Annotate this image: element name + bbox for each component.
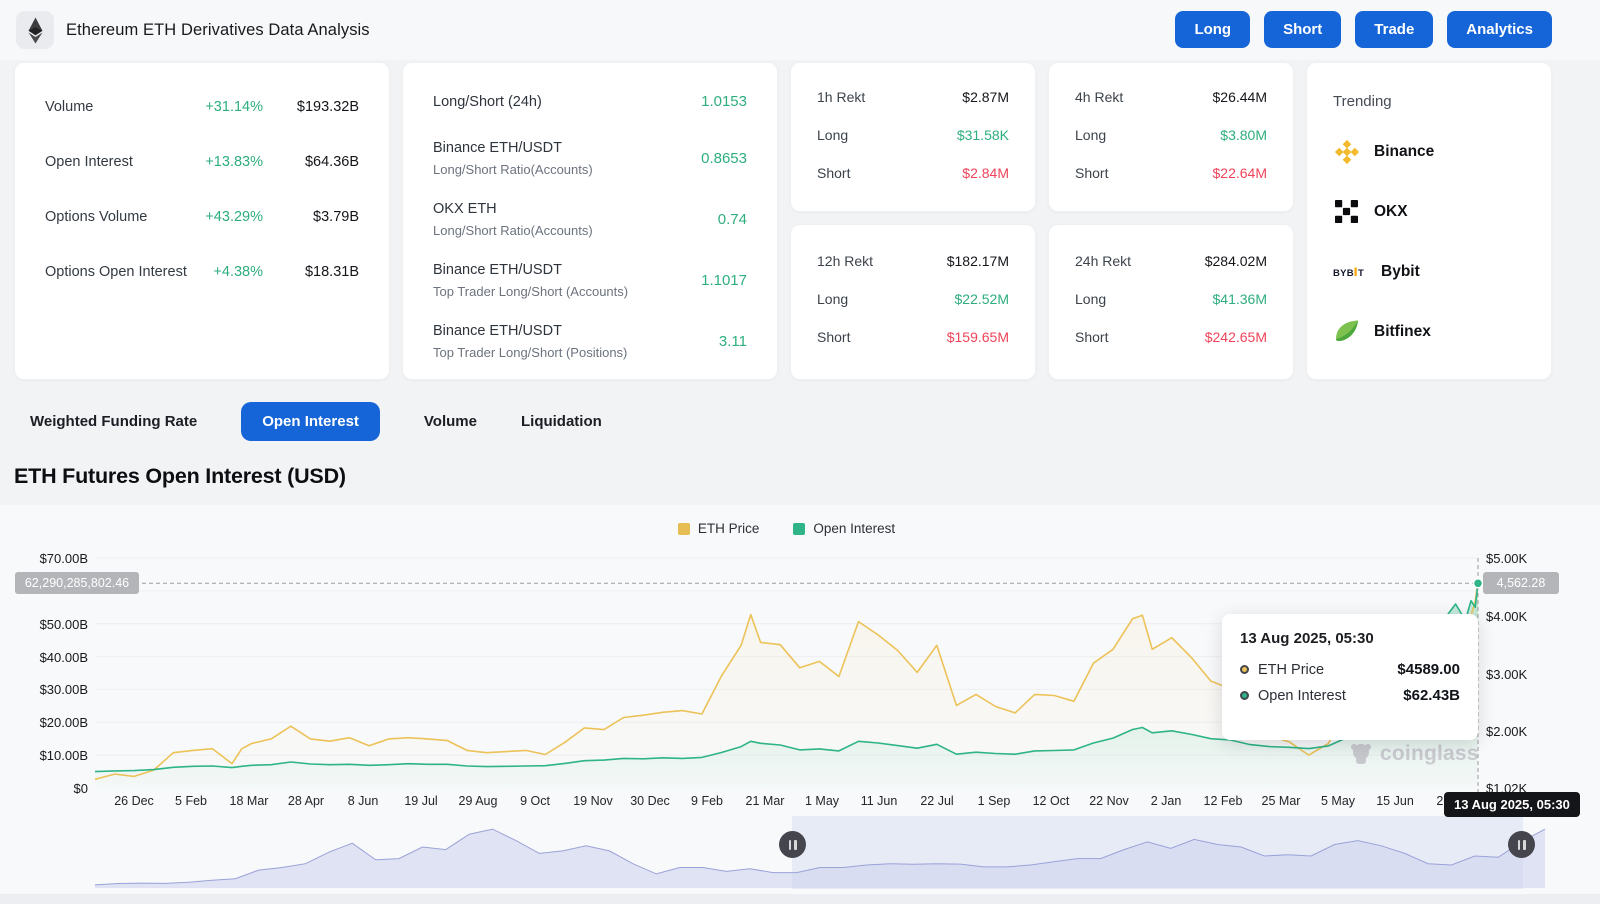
- x-axis-tick: 15 Jun: [1376, 794, 1414, 808]
- y-right-tick: $5.00K: [1486, 551, 1564, 566]
- chart-legend: ETH Price Open Interest: [95, 521, 1478, 536]
- x-axis-tick: 22 Nov: [1089, 794, 1129, 808]
- navigator-left-handle[interactable]: [779, 831, 806, 858]
- y-left-tick: $0: [10, 781, 88, 796]
- coinglass-watermark: coinglass: [1349, 742, 1479, 766]
- y-left-tick: $40.00B: [10, 650, 88, 665]
- x-axis-tick: 9 Feb: [691, 794, 723, 808]
- y-right-tick: $4.00K: [1486, 609, 1564, 624]
- y-left-tick: $20.00B: [10, 715, 88, 730]
- navigator-right-handle[interactable]: [1508, 831, 1535, 858]
- x-axis-tick: 12 Feb: [1204, 794, 1243, 808]
- x-axis-tick: 30 Dec: [630, 794, 670, 808]
- x-axis-tick: 22 Jul: [920, 794, 953, 808]
- legend-eth-price[interactable]: ETH Price: [678, 521, 760, 536]
- y-left-tick: $10.00B: [10, 748, 88, 763]
- legend-swatch-green: [793, 523, 805, 535]
- y-right-tick: $3.00K: [1486, 667, 1564, 682]
- legend-open-interest[interactable]: Open Interest: [793, 521, 895, 536]
- x-axis-date-tooltip: 13 Aug 2025, 05:30: [1444, 792, 1580, 817]
- x-axis-tick: 5 Feb: [175, 794, 207, 808]
- legend-label: ETH Price: [698, 521, 760, 536]
- x-axis-tick: 12 Oct: [1033, 794, 1070, 808]
- tooltip-row-eth-price: ETH Price $4589.00: [1240, 661, 1460, 678]
- legend-label: Open Interest: [813, 521, 895, 536]
- y-right-tick: $2.00K: [1486, 724, 1564, 739]
- x-axis-tick: 1 Sep: [978, 794, 1011, 808]
- x-axis-tick: 9 Oct: [520, 794, 550, 808]
- last-value-dot: [1474, 579, 1483, 588]
- yellow-dot-icon: [1240, 665, 1249, 674]
- tooltip-value: $4589.00: [1397, 661, 1460, 678]
- x-axis-tick: 8 Jun: [348, 794, 379, 808]
- crosshair-left-value: 62,290,285,802.46: [15, 572, 139, 594]
- watermark-text: coinglass: [1380, 742, 1479, 766]
- x-axis-tick: 29 Aug: [459, 794, 498, 808]
- tooltip-label: Open Interest: [1258, 688, 1394, 704]
- x-axis-tick: 19 Jul: [404, 794, 437, 808]
- tooltip-value: $62.43B: [1403, 687, 1460, 704]
- x-axis-tick: 26 Dec: [114, 794, 154, 808]
- tooltip-date: 13 Aug 2025, 05:30: [1240, 630, 1460, 647]
- x-axis-tick: 25 Mar: [1262, 794, 1301, 808]
- bottom-strip: [0, 894, 1600, 904]
- eth-derivatives-dashboard: Ethereum ETH Derivatives Data Analysis L…: [0, 0, 1600, 904]
- x-axis-tick: 1 May: [805, 794, 839, 808]
- tooltip-row-open-interest: Open Interest $62.43B: [1240, 687, 1460, 704]
- y-left-tick: $70.00B: [10, 551, 88, 566]
- chart-tooltip: 13 Aug 2025, 05:30 ETH Price $4589.00 Op…: [1222, 614, 1478, 740]
- x-axis-tick: 19 Nov: [573, 794, 613, 808]
- x-axis-tick: 5 May: [1321, 794, 1355, 808]
- x-axis-tick: 18 Mar: [230, 794, 269, 808]
- y-left-tick: $50.00B: [10, 617, 88, 632]
- crosshair-right-value: 4,562.28: [1483, 572, 1559, 594]
- x-axis-tick: 21 Mar: [746, 794, 785, 808]
- tooltip-label: ETH Price: [1258, 662, 1388, 678]
- x-axis-tick: 2 Jan: [1151, 794, 1182, 808]
- x-axis-tick: 11 Jun: [861, 794, 898, 808]
- legend-swatch-yellow: [678, 523, 690, 535]
- green-dot-icon: [1240, 691, 1249, 700]
- chart-canvas[interactable]: [0, 0, 1600, 904]
- x-axis-tick: 28 Apr: [288, 794, 324, 808]
- y-left-tick: $30.00B: [10, 682, 88, 697]
- coinglass-mascot-icon: [1349, 742, 1373, 766]
